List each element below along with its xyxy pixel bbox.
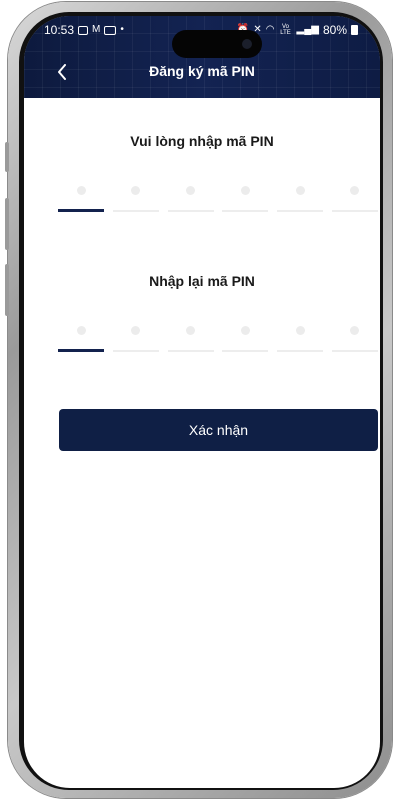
pin-dot (131, 326, 141, 335)
pin-confirm-digit-field[interactable] (112, 318, 159, 358)
phone-frame: 10:53 M • ⏰ ✕ ◠ Vo LTE ▂▄▆ 80% (5, 2, 392, 798)
pin-entry-label: Vui lòng nhập mã PIN (130, 133, 274, 149)
pin-digit-field[interactable] (112, 178, 159, 218)
pin-underline (277, 210, 324, 212)
pin-confirm-digit-field[interactable] (331, 318, 378, 358)
pin-dot (240, 326, 250, 335)
gmail-icon: M (92, 24, 101, 35)
pin-underline (112, 210, 159, 212)
status-dot: • (120, 24, 124, 35)
volume-up-button (5, 198, 9, 250)
pin-digit-field[interactable] (167, 178, 214, 218)
confirm-button-label: Xác nhận (188, 422, 249, 438)
pin-underline (331, 350, 378, 352)
volume-down-button (5, 264, 9, 316)
confirm-button[interactable]: Xác nhận (59, 409, 378, 451)
pin-underline (222, 210, 269, 212)
pin-dot (76, 186, 86, 195)
photo-icon (78, 25, 89, 35)
battery-icon (351, 25, 358, 35)
pin-dot (186, 326, 196, 335)
pin-dot (186, 186, 196, 195)
camera-island (172, 30, 262, 58)
pin-digit-field[interactable] (222, 178, 269, 218)
pin-digit-field[interactable] (331, 178, 378, 218)
pin-dot (295, 326, 305, 335)
status-time: 10:53 (44, 23, 75, 37)
app-screen: 10:53 M • ⏰ ✕ ◠ Vo LTE ▂▄▆ 80% (24, 16, 380, 788)
status-left: 10:53 M • (44, 23, 124, 37)
pin-underline (167, 210, 214, 212)
signal-icon: ▂▄▆ (296, 24, 319, 35)
battery-percent: 80% (322, 23, 347, 37)
pin-digit-field[interactable] (58, 178, 104, 218)
pin-dot (350, 186, 360, 195)
pin-dot (240, 186, 250, 195)
title-bar: Đăng ký mã PIN (24, 56, 380, 90)
pin-confirm-digit-field[interactable] (277, 318, 324, 358)
volume-button (5, 142, 9, 172)
pin-entry-row[interactable] (58, 178, 378, 218)
pin-dot (131, 186, 141, 195)
pin-confirm-digit-field[interactable] (222, 318, 269, 358)
youtube-icon (104, 25, 117, 35)
pin-confirm-row[interactable] (58, 318, 378, 358)
pin-digit-field[interactable] (277, 178, 324, 218)
camera-lens (242, 39, 252, 49)
pin-underline (331, 210, 378, 212)
pin-underline (167, 350, 214, 352)
pin-underline (112, 350, 159, 352)
pin-underline (58, 209, 104, 212)
pin-underline (277, 350, 324, 352)
wifi-icon: ◠ (265, 24, 275, 35)
network-label: Vo LTE (280, 24, 291, 36)
pin-dot (295, 186, 305, 195)
pin-dot (350, 326, 360, 335)
pin-dot (76, 326, 86, 335)
pin-underline (58, 349, 104, 352)
pin-confirm-digit-field[interactable] (167, 318, 214, 358)
pin-underline (222, 350, 269, 352)
pin-confirm-digit-field[interactable] (58, 318, 104, 358)
page-title: Đăng ký mã PIN (149, 63, 255, 79)
pin-confirm-label: Nhập lại mã PIN (149, 273, 255, 289)
app-header: 10:53 M • ⏰ ✕ ◠ Vo LTE ▂▄▆ 80% (24, 16, 380, 98)
